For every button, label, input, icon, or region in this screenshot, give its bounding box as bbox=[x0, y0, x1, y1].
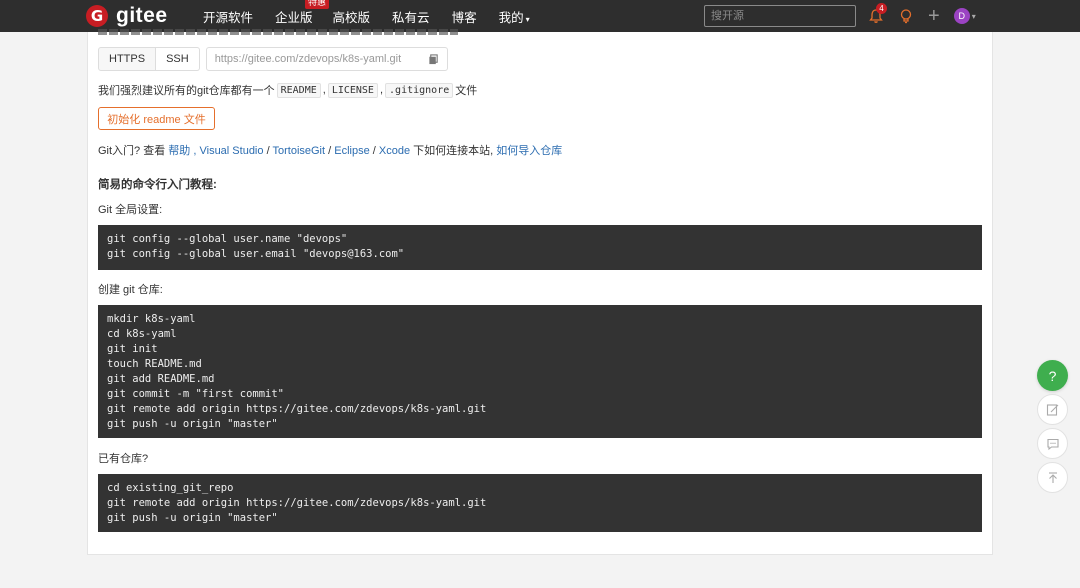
notifications-button[interactable]: 4 bbox=[868, 3, 887, 24]
nav-item-education[interactable]: 高校版 bbox=[333, 7, 371, 26]
edit-note-icon bbox=[1046, 403, 1058, 416]
git-intro-slash-1: / bbox=[266, 145, 270, 157]
nav-item-blog[interactable]: 博客 bbox=[452, 7, 477, 26]
clipped-heading-text bbox=[98, 29, 458, 35]
ideas-button[interactable] bbox=[898, 8, 914, 24]
nav-item-open-source[interactable]: 开源软件 bbox=[203, 7, 253, 26]
xcode-link[interactable]: Xcode bbox=[379, 145, 410, 157]
copy-icon[interactable] bbox=[428, 53, 439, 65]
git-intro-middle: 下如何连接本站, bbox=[413, 145, 494, 157]
lightbulb-icon bbox=[900, 9, 912, 24]
git-intro-slash-2: / bbox=[328, 145, 332, 157]
chevron-down-icon: ▾ bbox=[525, 14, 530, 24]
create-repo-label: 创建 git 仓库: bbox=[98, 284, 163, 296]
avatar[interactable]: D bbox=[953, 8, 970, 24]
nav-item-mine-label: 我的 bbox=[498, 10, 524, 25]
git-intro-slash-3: / bbox=[372, 145, 376, 157]
recommend-files-text: 我们强烈建议所有的git仓库都有一个 README , LICENSE , .g… bbox=[98, 82, 477, 98]
init-readme-button[interactable]: 初始化 readme 文件 bbox=[98, 107, 215, 130]
gitignore-chip: .gitignore bbox=[385, 82, 454, 98]
help-button[interactable]: ? bbox=[1037, 360, 1068, 391]
recommend-suffix: 文件 bbox=[455, 85, 478, 97]
comment-button[interactable] bbox=[1037, 428, 1068, 459]
create-repo-code: mkdir k8s-yaml cd k8s-yaml git init touc… bbox=[98, 305, 982, 438]
nav-item-private-cloud[interactable]: 私有云 bbox=[392, 7, 430, 26]
plus-icon[interactable]: + bbox=[928, 6, 940, 26]
readme-chip: README bbox=[276, 82, 321, 98]
license-chip: LICENSE bbox=[327, 82, 378, 98]
ssh-tab[interactable]: SSH bbox=[156, 47, 200, 71]
nav-item-enterprise[interactable]: 企业版 特惠 bbox=[275, 0, 330, 26]
clone-url-text: https://gitee.com/zdevops/k8s-yaml.git bbox=[214, 53, 402, 65]
tortoisegit-link[interactable]: TortoiseGit bbox=[272, 145, 325, 157]
eclipse-link[interactable]: Eclipse bbox=[334, 145, 369, 157]
chevron-down-icon[interactable]: ▾ bbox=[972, 12, 976, 21]
tutorial-title: 简易的命令行入门教程: bbox=[98, 179, 217, 191]
clone-url-row: HTTPS SSH https://gitee.com/zdevops/k8s-… bbox=[98, 47, 448, 71]
help-link[interactable]: 帮助 bbox=[168, 145, 190, 157]
back-to-top-button[interactable] bbox=[1037, 462, 1068, 493]
nav-item-mine[interactable]: 我的 ▾ bbox=[499, 7, 530, 26]
search-input[interactable] bbox=[704, 5, 856, 27]
git-intro-sep-0: , bbox=[193, 145, 197, 157]
import-repo-link[interactable]: 如何导入仓库 bbox=[496, 145, 562, 157]
gitee-logo[interactable]: G gitee bbox=[86, 4, 168, 28]
global-settings-label: Git 全局设置: bbox=[98, 204, 163, 216]
notification-count-badge: 4 bbox=[876, 3, 887, 14]
main-nav: 开源软件 企业版 特惠 高校版 私有云 博客 我的 ▾ bbox=[203, 0, 552, 32]
comment-icon bbox=[1046, 438, 1059, 450]
nav-icon-group: 4 + D ▾ bbox=[868, 0, 976, 32]
repo-setup-panel: HTTPS SSH https://gitee.com/zdevops/k8s-… bbox=[87, 29, 993, 555]
existing-repo-label: 已有仓库? bbox=[98, 453, 149, 465]
brand-name: gitee bbox=[116, 4, 168, 27]
gitee-logo-icon: G bbox=[86, 5, 108, 27]
arrow-up-icon bbox=[1048, 471, 1057, 483]
git-intro-prefix: Git入门? 查看 bbox=[98, 145, 166, 157]
top-navbar: G gitee 开源软件 企业版 特惠 高校版 私有云 博客 我的▾ 4 bbox=[0, 0, 1080, 32]
existing-repo-code: cd existing_git_repo git remote add orig… bbox=[98, 474, 982, 532]
recommend-sep-2: , bbox=[379, 84, 384, 96]
nav-item-enterprise-label: 企业版 bbox=[275, 10, 313, 25]
special-offer-badge: 特惠 bbox=[305, 0, 330, 9]
clone-url-field[interactable]: https://gitee.com/zdevops/k8s-yaml.git bbox=[205, 47, 448, 71]
global-settings-code: git config --global user.name "devops" g… bbox=[98, 225, 982, 270]
feedback-button[interactable] bbox=[1037, 394, 1068, 425]
git-intro-text: Git入门? 查看 帮助 , Visual Studio / TortoiseG… bbox=[98, 142, 562, 158]
recommend-sep-1: , bbox=[322, 84, 326, 96]
https-tab[interactable]: HTTPS bbox=[98, 47, 157, 71]
recommend-prefix: 我们强烈建议所有的git仓库都有一个 bbox=[98, 85, 275, 97]
visual-studio-link[interactable]: Visual Studio bbox=[199, 145, 263, 157]
